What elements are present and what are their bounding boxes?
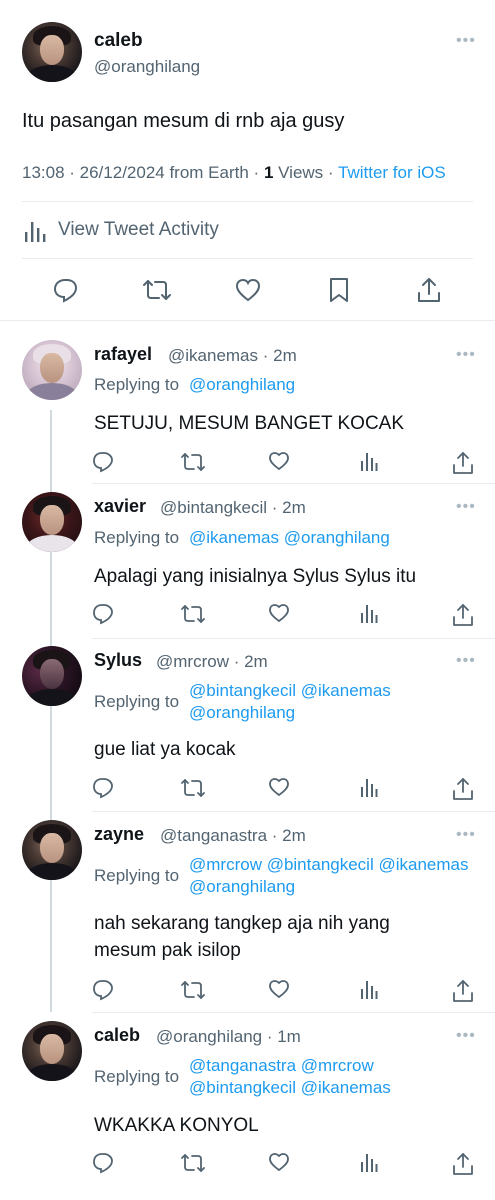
reply-icon[interactable] — [92, 603, 114, 625]
author-handle-time[interactable]: @bintangkecil · 2m — [160, 498, 306, 518]
mention-links[interactable]: @tanganastra @mrcrow — [189, 1055, 374, 1077]
replying-label: Replying to — [94, 375, 180, 394]
divider — [22, 201, 473, 202]
divider — [92, 811, 495, 812]
reply-text: Apalagi yang inisialnya Sylus Sylus itu — [94, 566, 417, 587]
author-name[interactable]: caleb — [94, 30, 143, 52]
replying-label: Replying to — [94, 528, 180, 547]
more-icon[interactable]: ••• — [456, 826, 476, 844]
divider — [92, 483, 495, 484]
meta-separator: · — [327, 163, 334, 182]
views-count: 1 — [263, 163, 274, 182]
reply-text: nah sekarang tangkep aja nih yang — [94, 913, 390, 934]
mention-links[interactable]: @bintangkecil @ikanemas — [189, 680, 391, 702]
avatar[interactable] — [22, 340, 82, 400]
mention-links[interactable]: @mrcrow @bintangkecil @ikanemas — [189, 854, 468, 876]
author-name[interactable]: zayne — [94, 824, 144, 845]
reply-icon[interactable] — [92, 1152, 114, 1174]
tweet-meta: 13:08 · 26/12/2024 from Earth · 1 Views … — [22, 163, 446, 183]
share-icon[interactable] — [452, 777, 474, 801]
author-handle[interactable]: @oranghilang — [94, 57, 200, 77]
mention-links[interactable]: @oranghilang — [189, 374, 295, 396]
tweet-text: Itu pasangan mesum di rnb aja gusy — [22, 110, 345, 132]
analytics-icon[interactable] — [360, 1152, 378, 1172]
mention-links[interactable]: @ikanemas @oranghilang — [189, 527, 390, 549]
reply-icon[interactable] — [92, 451, 114, 473]
more-icon[interactable]: ••• — [456, 652, 476, 670]
avatar[interactable] — [22, 820, 82, 880]
author-handle-time[interactable]: @mrcrow · 2m — [156, 652, 268, 672]
reply-icon[interactable] — [92, 979, 114, 1001]
author-handle-time[interactable]: @ikanemas · 2m — [168, 346, 297, 366]
like-icon[interactable] — [268, 603, 290, 623]
like-icon[interactable] — [268, 451, 290, 471]
retweet-icon[interactable] — [180, 777, 206, 799]
retweet-icon[interactable] — [180, 1152, 206, 1174]
like-icon[interactable] — [268, 777, 290, 797]
analytics-icon[interactable] — [360, 777, 378, 797]
analytics-icon[interactable] — [360, 979, 378, 999]
retweet-icon[interactable] — [180, 451, 206, 473]
reply-text: mesum pak isilop — [94, 940, 241, 961]
author-name[interactable]: Sylus — [94, 650, 142, 671]
replying-label: Replying to — [94, 866, 180, 885]
retweet-icon[interactable] — [180, 603, 206, 625]
replying-to: Replying to @mrcrow @bintangkecil @ikanem… — [94, 854, 489, 898]
more-icon[interactable]: ••• — [456, 498, 476, 516]
replying-to: Replying to @ikanemas @oranghilang — [94, 527, 489, 549]
avatar[interactable] — [22, 22, 82, 82]
more-icon[interactable]: ••• — [456, 346, 476, 364]
analytics-icon — [24, 220, 48, 242]
author-handle-time[interactable]: @oranghilang · 1m — [156, 1027, 301, 1047]
reply-text: WKAKKA KONYOL — [94, 1115, 259, 1136]
avatar[interactable] — [22, 1021, 82, 1081]
more-icon[interactable]: ••• — [456, 1027, 476, 1045]
tweet-timestamp: 13:08 · 26/12/2024 from Earth · — [22, 163, 260, 182]
share-icon[interactable] — [416, 276, 442, 304]
replying-label: Replying to — [94, 692, 180, 711]
mention-links[interactable]: @bintangkecil @ikanemas — [189, 1077, 391, 1099]
author-handle-time[interactable]: @tanganastra · 2m — [160, 826, 306, 846]
divider — [92, 638, 495, 639]
reply-text: SETUJU, MESUM BANGET KOCAK — [94, 413, 405, 434]
mention-links[interactable]: @oranghilang — [189, 702, 295, 724]
like-icon[interactable] — [268, 979, 290, 999]
like-icon[interactable] — [235, 278, 261, 302]
divider — [0, 320, 495, 321]
reply-icon[interactable] — [92, 777, 114, 799]
analytics-icon[interactable] — [360, 451, 378, 471]
replying-to: Replying to @tanganastra @mrcrow @bintangk… — [94, 1055, 489, 1099]
share-icon[interactable] — [452, 451, 474, 475]
retweet-icon[interactable] — [180, 979, 206, 1001]
replying-label: Replying to — [94, 1067, 180, 1086]
retweet-icon[interactable] — [142, 278, 172, 302]
mention-links[interactable]: @oranghilang — [189, 876, 295, 898]
share-icon[interactable] — [452, 1152, 474, 1176]
author-name[interactable]: caleb — [94, 1025, 140, 1046]
reply-text: gue liat ya kocak — [94, 739, 236, 760]
author-name[interactable]: xavier — [94, 496, 146, 517]
replying-to: Replying to @bintangkecil @ikanemas @orang… — [94, 680, 489, 724]
analytics-icon[interactable] — [360, 603, 378, 623]
share-icon[interactable] — [452, 603, 474, 627]
avatar[interactable] — [22, 646, 82, 706]
views-label: Views — [278, 163, 324, 182]
like-icon[interactable] — [268, 1152, 290, 1172]
reply-icon[interactable] — [53, 277, 79, 303]
divider — [92, 1012, 495, 1013]
bookmark-icon[interactable] — [328, 277, 350, 303]
share-icon[interactable] — [452, 979, 474, 1003]
author-name[interactable]: rafayel — [94, 344, 152, 365]
client-link[interactable]: Twitter for iOS — [338, 163, 446, 182]
avatar[interactable] — [22, 492, 82, 552]
more-icon[interactable]: ••• — [456, 32, 476, 50]
divider — [22, 258, 473, 259]
replying-to: Replying to @oranghilang — [94, 374, 489, 396]
view-activity-label: View Tweet Activity — [58, 219, 219, 240]
